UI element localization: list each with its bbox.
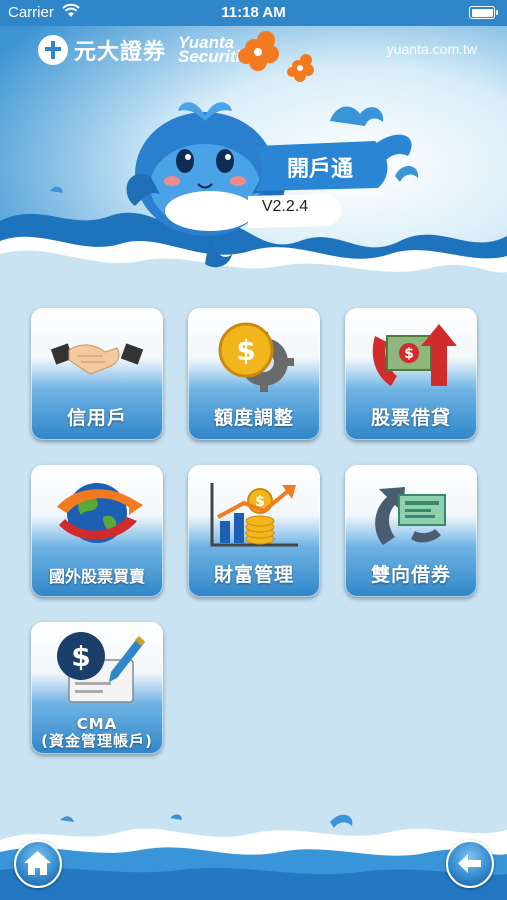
app-title: 開戶通 [286, 157, 353, 182]
coins-chart-icon: $ [210, 483, 298, 547]
back-button[interactable] [446, 840, 494, 888]
svg-text:$: $ [71, 640, 90, 673]
tile-label: 國外股票買賣 [48, 567, 145, 586]
website-label: yuanta.com.tw [386, 41, 477, 57]
tile-label: 股票借貸 [370, 407, 451, 429]
tile-limit-adjustment[interactable]: $ 額度調整 [188, 308, 320, 440]
tile-wealth-management[interactable]: $ 財富管理 [188, 465, 320, 597]
money-arrow-icon: $ [372, 324, 457, 386]
tile-foreign-stock-trading[interactable]: 國外股票買賣 [31, 465, 163, 597]
tile-label: 額度調整 [213, 407, 294, 429]
home-button[interactable] [14, 840, 62, 888]
tile-label-line2: (資金管理帳戶) [41, 732, 153, 750]
tile-label: 信用戶 [66, 407, 127, 429]
tile-label-line1: CMA [76, 715, 118, 733]
globe-arrow-icon [57, 483, 143, 543]
yuanta-logo-icon [38, 35, 68, 65]
back-arrow-icon [458, 854, 481, 873]
footer-bar [0, 800, 507, 900]
status-bar: Carrier 11:18 AM [0, 0, 507, 26]
svg-text:$: $ [404, 346, 414, 362]
flower-icon [238, 31, 314, 82]
version-label: V2.2.4 [261, 198, 309, 215]
svg-text:$: $ [236, 334, 255, 367]
header-banner: 元大證券 Yuanta Securities yuanta.com.tw 開戶通… [0, 26, 507, 286]
brand-logo: 元大證券 Yuanta Securities [38, 34, 259, 66]
handshake-icon [50, 343, 144, 375]
tile-credit-account[interactable]: 信用戶 [31, 308, 163, 440]
tile-label: 財富管理 [213, 564, 294, 586]
brand-name-zh: 元大證券 [74, 40, 167, 65]
tile-two-way-securities-lending[interactable]: 雙向借券 [345, 465, 477, 597]
battery-icon [469, 6, 498, 19]
tile-stock-lending[interactable]: $ 股票借貸 [345, 308, 477, 440]
tile-cma-account[interactable]: $ CMA (資金管理帳戶) [31, 622, 163, 754]
coin-gear-icon: $ [218, 322, 294, 392]
footer-waves [0, 814, 507, 900]
tile-label: 雙向借券 [370, 564, 451, 586]
status-time: 11:18 AM [221, 4, 286, 21]
dollar-pen-icon: $ [57, 632, 145, 703]
home-icon [24, 851, 51, 875]
two-way-arrow-icon [375, 487, 446, 545]
tile-label: CMA (資金管理帳戶) [31, 716, 163, 750]
